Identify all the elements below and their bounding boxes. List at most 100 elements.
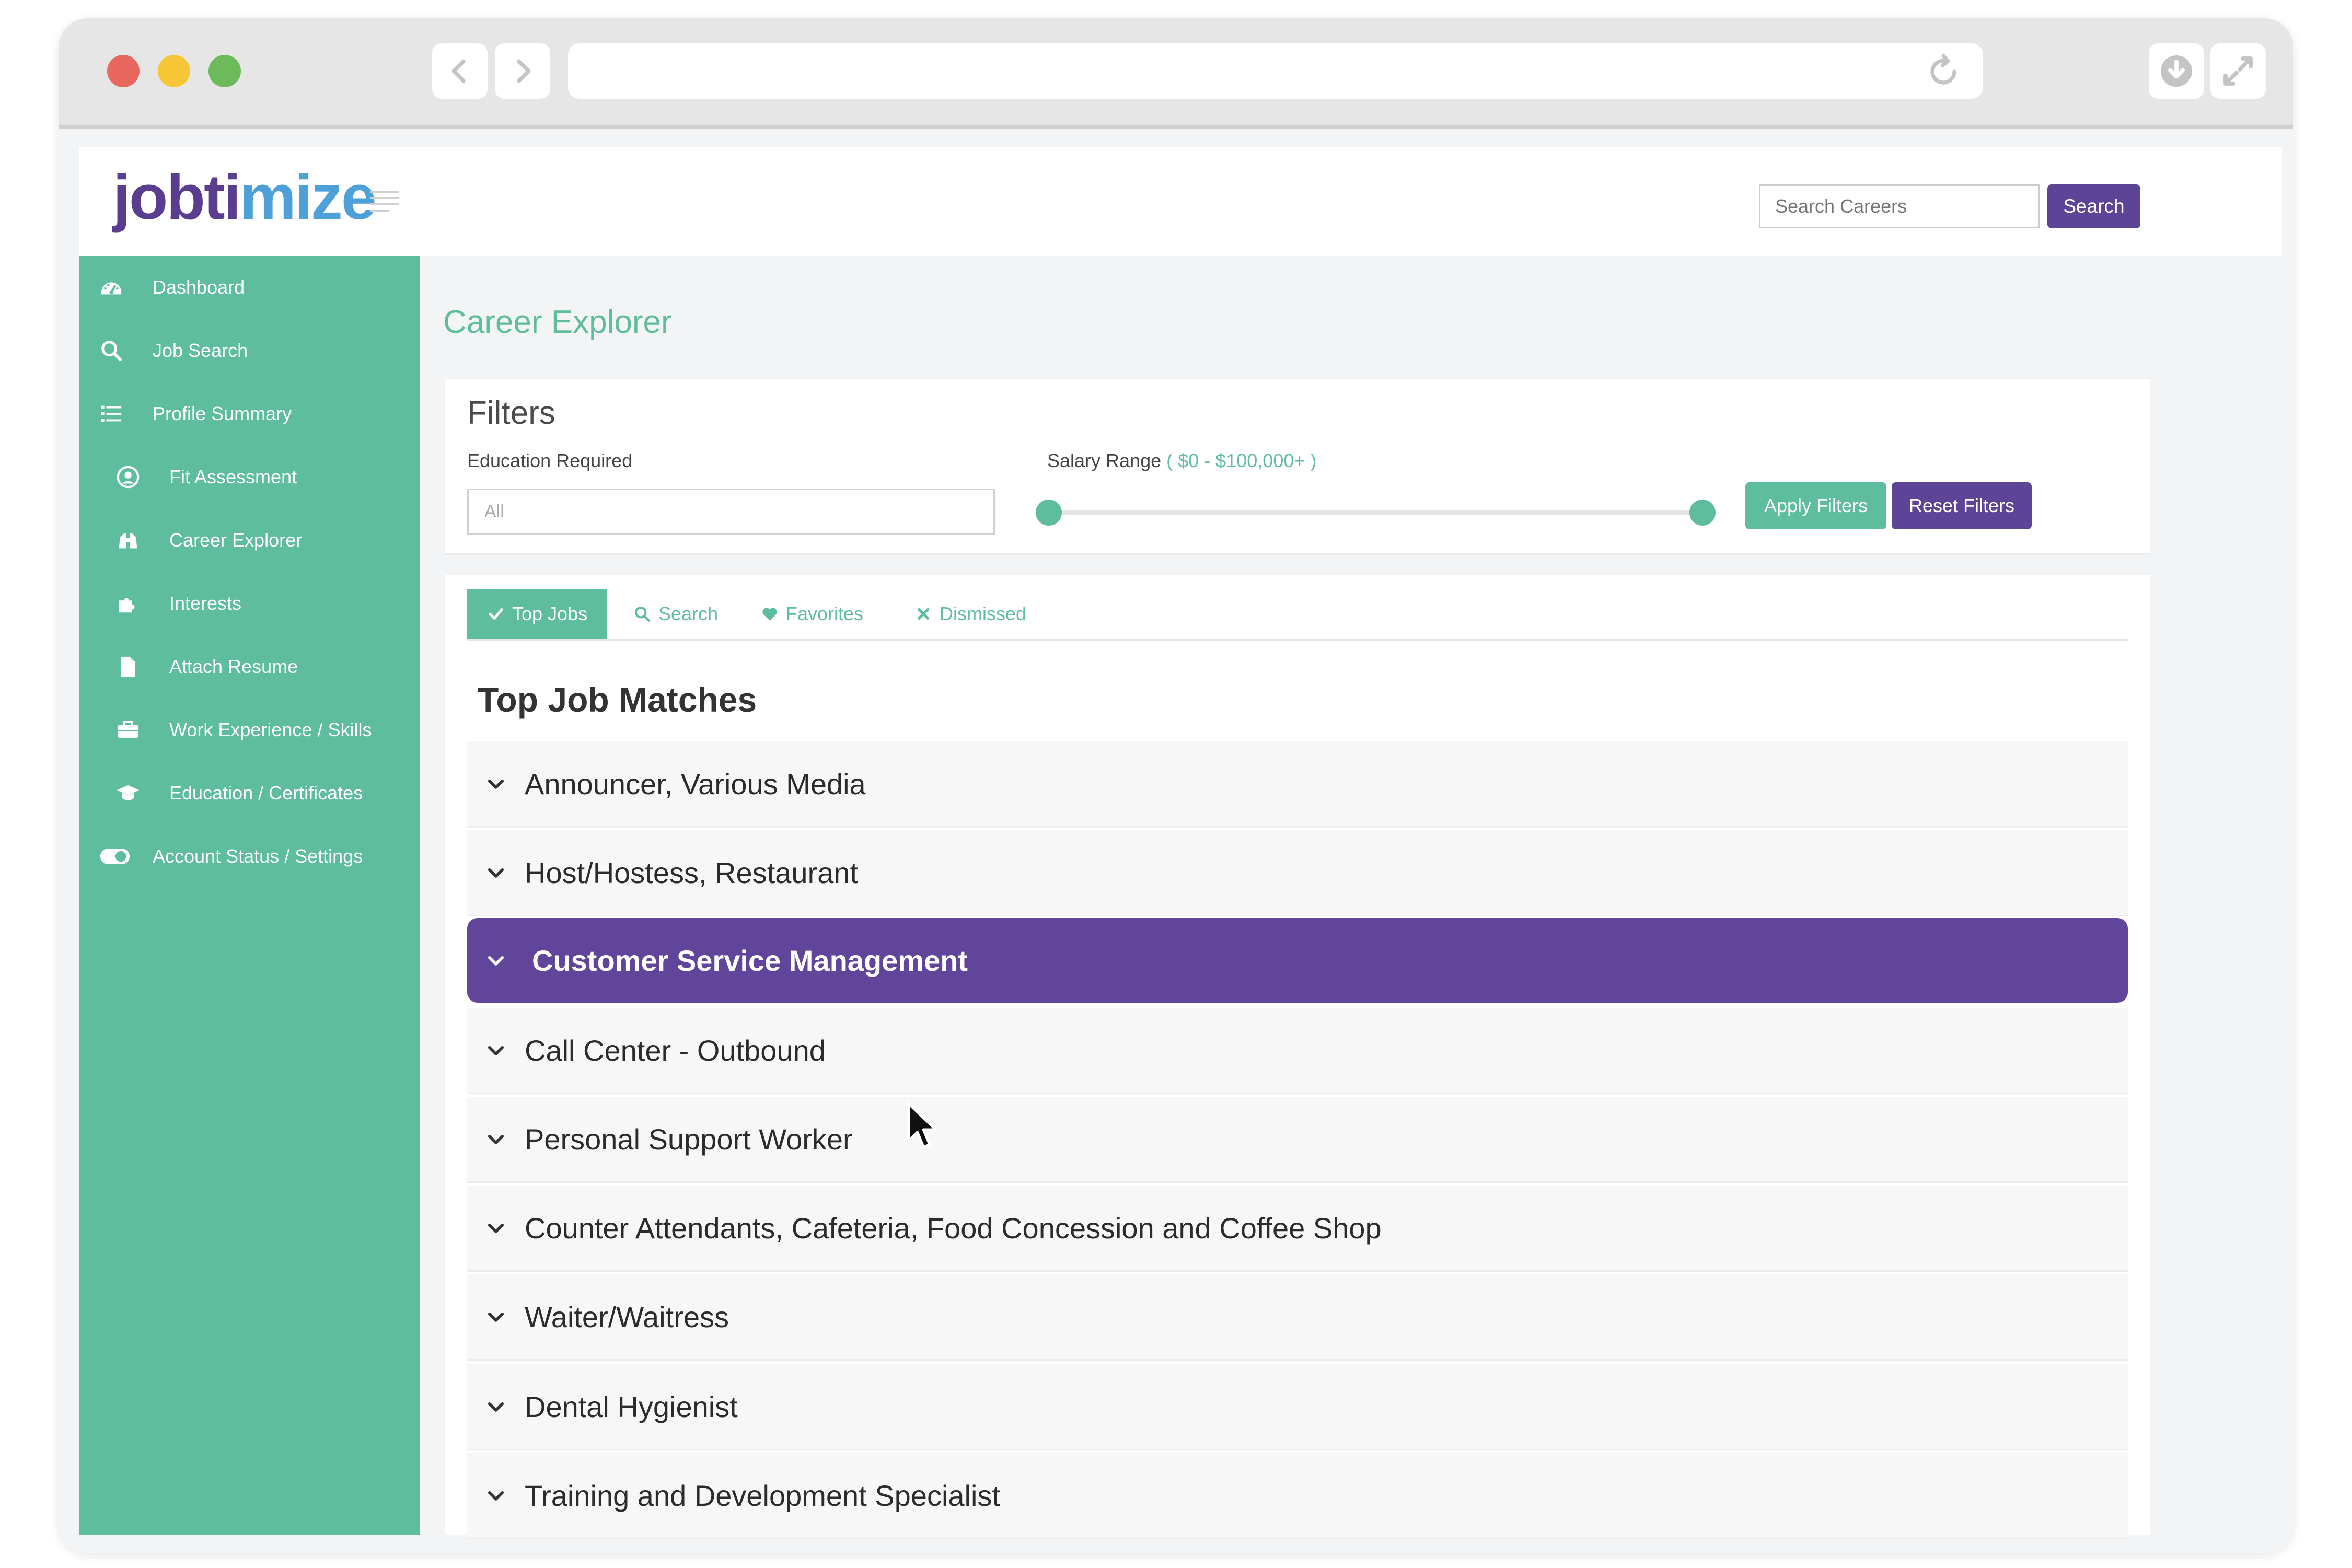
career-search-input[interactable] — [1759, 184, 2040, 228]
sidebar-item-education[interactable]: Education / Certificates — [79, 767, 420, 819]
chevron-left-icon — [451, 59, 466, 83]
job-title: Counter Attendants, Cafeteria, Food Conc… — [525, 1211, 1382, 1245]
sidebar-item-label: Interests — [169, 593, 242, 614]
tab-label: Dismissed — [940, 603, 1027, 624]
tab-label: Search — [658, 603, 719, 624]
chevron-right-icon — [517, 59, 531, 83]
sidebar-item-fit-assessment[interactable]: Fit Assessment — [79, 451, 420, 503]
chevron-down-icon — [488, 1312, 504, 1322]
sidebar-item-label: Account Status / Settings — [153, 845, 363, 867]
salary-slider-max-handle[interactable] — [1689, 500, 1716, 526]
puzzle-icon — [115, 590, 141, 617]
reset-filters-button[interactable]: Reset Filters — [1892, 482, 2032, 529]
job-tabs: Top Jobs Search Favorites Dismissed — [467, 589, 2128, 641]
sidebar: Dashboard Job Search Profile Summary Fit… — [79, 256, 420, 1535]
job-row[interactable]: Call Center - Outbound — [467, 1008, 2128, 1094]
binoculars-icon — [115, 527, 141, 553]
close-window-button[interactable] — [107, 55, 140, 87]
tab-label: Favorites — [786, 603, 864, 624]
page-title: Career Explorer — [443, 304, 672, 340]
sidebar-item-career-explorer[interactable]: Career Explorer — [79, 514, 420, 566]
career-search-button[interactable]: Search — [2047, 184, 2140, 228]
job-row[interactable]: Customer Service Management — [467, 918, 2128, 1003]
close-icon — [917, 608, 930, 620]
chevron-down-icon — [488, 1046, 504, 1055]
sidebar-item-label: Career Explorer — [169, 529, 303, 551]
reload-icon[interactable] — [1925, 53, 1962, 90]
sidebar-item-work-experience[interactable]: Work Experience / Skills — [79, 704, 420, 756]
app-header: jobtimize Search — [79, 147, 2282, 256]
graduation-cap-icon — [115, 780, 141, 806]
address-bar[interactable] — [568, 43, 1983, 99]
tab-favorites[interactable]: Favorites — [761, 589, 863, 639]
job-row[interactable]: Announcer, Various Media — [467, 741, 2128, 828]
job-row[interactable]: Host/Hostess, Restaurant — [467, 830, 2128, 916]
mouse-cursor-icon — [907, 1102, 937, 1149]
filters-panel: Filters Education Required All Salary Ra… — [445, 379, 2150, 553]
sidebar-item-label: Job Search — [153, 340, 248, 361]
tab-label: Top Jobs — [512, 603, 588, 624]
chevron-down-icon — [488, 1402, 504, 1412]
logo-text-part1: jobti — [113, 161, 241, 233]
chevron-down-icon — [488, 1223, 504, 1233]
chevron-down-icon — [488, 1134, 504, 1144]
sidebar-item-label: Dashboard — [153, 276, 245, 298]
apply-filters-button[interactable]: Apply Filters — [1745, 482, 1886, 529]
download-button[interactable] — [2149, 43, 2204, 99]
salary-range-label: Salary Range ( $0 - $100,000+ ) — [1047, 450, 1316, 472]
jobtimize-logo[interactable]: jobtimize — [113, 160, 377, 234]
job-row[interactable]: Dental Hygienist — [467, 1364, 2128, 1450]
list-icon — [98, 401, 124, 427]
dashboard-icon — [98, 274, 124, 300]
maximize-window-button[interactable] — [208, 55, 241, 87]
chevron-down-icon — [488, 1491, 504, 1501]
chevron-down-icon — [488, 956, 504, 966]
tab-dismissed[interactable]: Dismissed — [914, 589, 1026, 639]
sidebar-item-interests[interactable]: Interests — [79, 577, 420, 630]
heart-icon — [762, 608, 777, 621]
chevron-down-icon — [488, 779, 504, 789]
job-row[interactable]: Personal Support Worker — [467, 1097, 2128, 1183]
browser-window: jobtimize Search Dashboard Job Search — [59, 18, 2293, 1553]
job-title: Customer Service Management — [532, 944, 968, 977]
job-title: Host/Hostess, Restaurant — [525, 856, 859, 889]
check-icon — [489, 608, 503, 620]
sidebar-item-label: Work Experience / Skills — [169, 719, 372, 740]
filters-title: Filters — [467, 395, 555, 431]
fullscreen-button[interactable] — [2210, 43, 2266, 99]
salary-range-label-text: Salary Range — [1047, 450, 1162, 471]
jobs-panel: Top Jobs Search Favorites Dismissed Top … — [445, 575, 2150, 1539]
sidebar-item-profile-summary[interactable]: Profile Summary — [79, 388, 420, 440]
download-icon — [2161, 55, 2192, 87]
job-title: Call Center - Outbound — [525, 1033, 826, 1067]
file-icon — [115, 654, 141, 680]
sidebar-item-dashboard[interactable]: Dashboard — [79, 261, 420, 313]
salary-slider-track[interactable] — [1047, 510, 1702, 515]
job-row[interactable]: Counter Attendants, Cafeteria, Food Conc… — [467, 1186, 2128, 1272]
expand-icon — [2223, 56, 2253, 86]
job-title: Training and Development Specialist — [525, 1479, 1000, 1512]
search-icon — [98, 338, 124, 364]
education-required-select[interactable]: All — [467, 489, 995, 535]
job-title: Dental Hygienist — [525, 1390, 738, 1423]
job-title: Announcer, Various Media — [525, 767, 866, 800]
job-row[interactable]: Waiter/Waitress — [467, 1274, 2128, 1361]
forward-button[interactable] — [495, 43, 550, 99]
tab-search[interactable]: Search — [633, 589, 718, 639]
sidebar-item-label: Education / Certificates — [169, 782, 363, 804]
search-icon — [634, 606, 650, 622]
browser-toolbar — [59, 18, 2293, 129]
sidebar-item-attach-resume[interactable]: Attach Resume — [79, 641, 420, 693]
tab-top-jobs[interactable]: Top Jobs — [467, 589, 608, 639]
sidebar-item-label: Profile Summary — [153, 403, 292, 424]
user-circle-icon — [115, 464, 141, 490]
job-row[interactable]: Training and Development Specialist — [467, 1453, 2128, 1539]
minimize-window-button[interactable] — [158, 55, 190, 87]
logo-text-part2: mize — [239, 161, 376, 233]
briefcase-icon — [115, 717, 141, 743]
menu-icon[interactable] — [370, 190, 399, 213]
sidebar-item-job-search[interactable]: Job Search — [79, 324, 420, 377]
back-button[interactable] — [432, 43, 488, 99]
salary-slider-min-handle[interactable] — [1036, 500, 1062, 526]
sidebar-item-account-settings[interactable]: Account Status / Settings — [79, 830, 420, 882]
